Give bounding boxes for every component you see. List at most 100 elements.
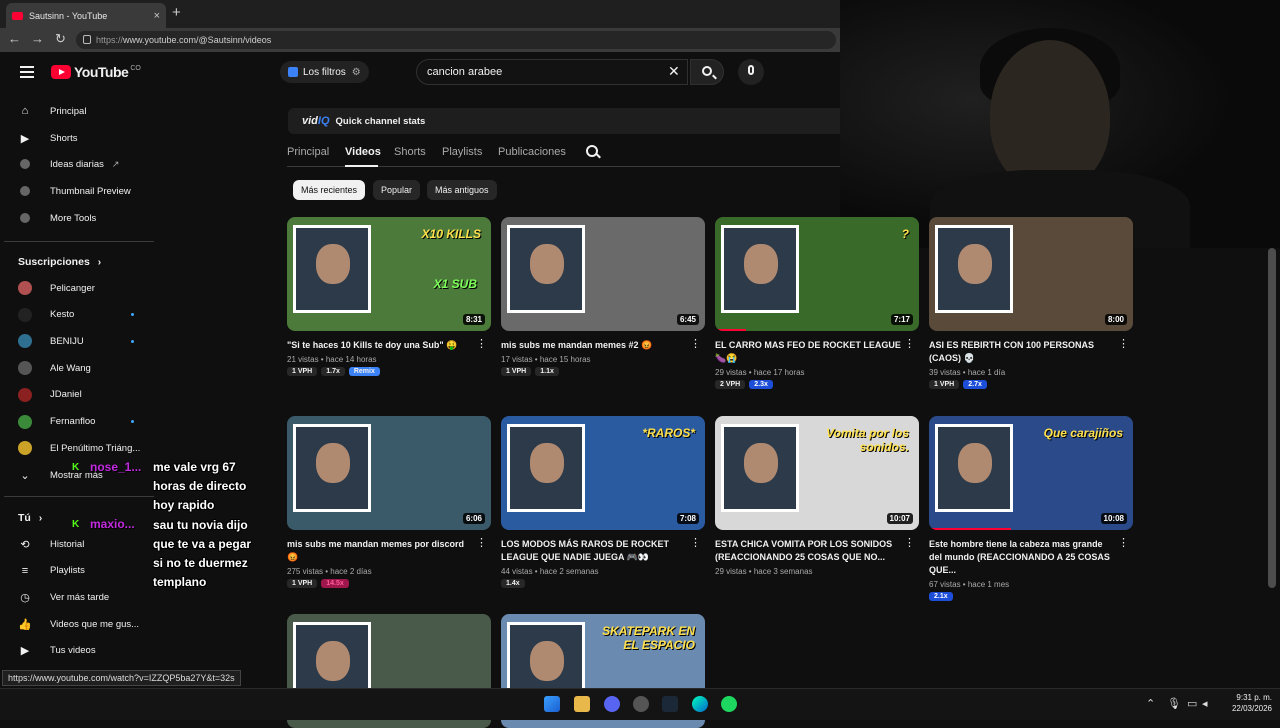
forward-arrow-icon[interactable]: →	[31, 31, 44, 46]
sidebar-item-ver-m-s-tarde[interactable]: ◷ Ver más tarde	[18, 587, 154, 607]
sort-chip[interactable]: Más recientes	[293, 180, 366, 200]
sidebar-item-playlists[interactable]: ≡ Playlists	[18, 561, 154, 581]
menu-icon[interactable]	[20, 66, 34, 81]
voice-search-button[interactable]	[738, 59, 764, 85]
subscription-item[interactable]: El Penúltimo Triáng...	[18, 438, 154, 458]
video-title[interactable]: EL CARRO MAS FEO DE ROCKET LEAGUE 🍆😭	[715, 339, 901, 365]
chevron-up-icon[interactable]: ⌃	[1146, 697, 1155, 710]
video-card[interactable]: Vomita por los sonidos. 10:07 ESTA CHICA V…	[715, 416, 919, 576]
video-duration: 10:08	[1100, 513, 1127, 524]
video-title[interactable]: ESTA CHICA VOMITA POR LOS SONIDOS (REACC…	[715, 538, 901, 564]
subscription-item[interactable]: JDaniel	[18, 385, 154, 405]
clock-date: 22/03/2026	[1231, 704, 1272, 713]
more-options-icon[interactable]: ⋮	[690, 538, 701, 549]
video-thumbnail[interactable]: 8:00	[929, 217, 1133, 331]
reload-icon[interactable]: ↻	[55, 31, 66, 47]
video-title[interactable]: mis subs me mandan memes #2 😡	[501, 339, 687, 352]
new-tab-button[interactable]: +	[172, 4, 181, 21]
subscription-item[interactable]: Ale Wang	[18, 358, 154, 378]
discord-icon[interactable]	[604, 696, 620, 712]
playlists-icon: ≡	[21, 564, 29, 577]
video-title[interactable]: ASI ES REBIRTH CON 100 PERSONAS (CAOS) 💀	[929, 339, 1115, 365]
address-bar[interactable]: https://www.youtube.com/@Sautsinn/videos	[76, 31, 836, 49]
video-card[interactable]: 6:06 mis subs me mandan memes por discord…	[287, 416, 491, 588]
sidebar-item-more-tools[interactable]: More Tools	[18, 208, 154, 228]
subscription-item[interactable]: Fernanfloo	[18, 412, 154, 432]
vidiq-badges: 2 VPH 2.3x	[715, 380, 901, 389]
vidiq-icon	[18, 157, 32, 171]
speaker-icon[interactable]: ◂	[1202, 697, 1208, 710]
video-thumbnail[interactable]: Vomita por los sonidos. 10:07	[715, 416, 919, 530]
spotify-icon[interactable]	[721, 696, 737, 712]
monitor-icon[interactable]: ▭	[1187, 697, 1197, 710]
subscriptions-header[interactable]: Suscripciones ›	[18, 256, 101, 268]
video-thumbnail[interactable]: 6:45	[501, 217, 705, 331]
subscription-item[interactable]: Kesto	[18, 305, 154, 325]
more-options-icon[interactable]: ⋮	[1118, 339, 1129, 350]
sidebar-item-videos-que-me-gus-[interactable]: 👍 Videos que me gus...	[18, 614, 154, 634]
youtube-logo[interactable]: YouTube CO	[51, 64, 141, 80]
sort-chip[interactable]: Más antiguos	[427, 180, 497, 200]
sidebar-item-shorts[interactable]: ▶ Shorts	[18, 128, 154, 148]
more-options-icon[interactable]: ⋮	[476, 538, 487, 549]
sidebar-item-tus-videos[interactable]: ▶ Tus videos	[18, 641, 154, 661]
edge-icon[interactable]	[692, 696, 708, 712]
sort-chip[interactable]: Popular	[373, 180, 421, 200]
file-explorer-icon[interactable]	[574, 696, 590, 712]
video-card[interactable]: 8:00 ASI ES REBIRTH CON 100 PERSONAS (CAO…	[929, 217, 1133, 389]
video-thumbnail[interactable]: X10 KILLS X1 SUB 8:31	[287, 217, 491, 331]
filters-button[interactable]: Los filtros ⚙	[280, 61, 369, 83]
more-options-icon[interactable]: ⋮	[690, 339, 701, 350]
video-thumbnail[interactable]: Que carajiños 10:08	[929, 416, 1133, 530]
video-card[interactable]: 6:45 mis subs me mandan memes #2 😡 17 vist…	[501, 217, 705, 376]
video-thumbnail[interactable]: *RAROS* 7:08	[501, 416, 705, 530]
video-card[interactable]: *RAROS* 7:08 LOS MODOS MÁS RAROS DE ROCKET…	[501, 416, 705, 588]
clear-search-icon[interactable]: ✕	[668, 63, 680, 80]
video-thumbnail[interactable]: 6:06	[287, 416, 491, 530]
obs-icon[interactable]	[633, 696, 649, 712]
subscription-label: Fernanfloo	[50, 416, 96, 427]
more-options-icon[interactable]: ⋮	[1118, 538, 1129, 549]
subscription-item[interactable]: Pelicanger	[18, 278, 154, 298]
sidebar-item-label: More Tools	[50, 212, 97, 224]
more-options-icon[interactable]: ⋮	[904, 538, 915, 549]
tab-videos[interactable]: Videos	[345, 146, 381, 158]
microphone-icon[interactable]: 🎙	[1167, 697, 1181, 710]
video-card[interactable]: Que carajiños 10:08 Este hombre tiene la c…	[929, 416, 1133, 601]
video-title[interactable]: Este hombre tiene la cabeza mas grande d…	[929, 538, 1115, 577]
taskbar-clock[interactable]: 9:31 p. m. 22/03/2026	[1222, 692, 1272, 714]
steam-icon[interactable]	[662, 696, 678, 712]
video-title[interactable]: LOS MODOS MÁS RAROS DE ROCKET LEAGUE QUE…	[501, 538, 687, 564]
sidebar-item-ideas-diarias[interactable]: Ideas diarias ↗	[18, 154, 154, 174]
vidiq-banner[interactable]: vidIQ Quick channel stats	[288, 108, 840, 134]
video-card[interactable]: ? 7:17 EL CARRO MAS FEO DE ROCKET LEAGUE 🍆…	[715, 217, 919, 389]
video-stats: 29 vistas • hace 3 semanas	[715, 567, 813, 576]
more-options-icon[interactable]: ⋮	[904, 339, 915, 350]
sidebar-item-label: Ideas diarias	[50, 158, 104, 170]
page-scrollbar[interactable]	[1268, 248, 1276, 588]
tab-principal[interactable]: Principal	[287, 146, 329, 158]
you-header[interactable]: Tú ›	[18, 512, 42, 524]
vidiq-badge: 2.7x	[963, 380, 987, 389]
sidebar-item-thumbnail-preview[interactable]: Thumbnail Preview	[18, 181, 154, 201]
thumbs-up-icon: 👍	[18, 618, 32, 631]
tab-close-icon[interactable]: ×	[154, 10, 160, 22]
more-options-icon[interactable]: ⋮	[476, 339, 487, 350]
sidebar-item-principal[interactable]: ⌂ Principal	[18, 101, 154, 121]
video-meta: mis subs me mandan memes por discord 😡 27…	[287, 538, 491, 588]
video-thumbnail[interactable]: ? 7:17	[715, 217, 919, 331]
tab-shorts[interactable]: Shorts	[394, 146, 426, 158]
browser-tab[interactable]: Sautsinn - YouTube ×	[6, 3, 166, 28]
subscription-item[interactable]: BENIJU	[18, 331, 154, 351]
video-title[interactable]: "Si te haces 10 Kills te doy una Sub" 🤑	[287, 339, 473, 352]
video-card[interactable]: X10 KILLS X1 SUB 8:31 "Si te haces 10 Kills…	[287, 217, 491, 376]
back-arrow-icon[interactable]: ←	[8, 31, 21, 46]
thumbnail-face-inset	[935, 225, 1013, 313]
search-input[interactable]: cancion arabee	[416, 59, 688, 85]
sidebar-item-historial[interactable]: ⟲ Historial	[18, 534, 154, 554]
tab-publicaciones[interactable]: Publicaciones	[498, 146, 566, 158]
tab-playlists[interactable]: Playlists	[442, 146, 482, 158]
start-icon[interactable]	[544, 696, 560, 712]
video-title[interactable]: mis subs me mandan memes por discord 😡	[287, 538, 473, 564]
search-button[interactable]	[690, 59, 724, 85]
